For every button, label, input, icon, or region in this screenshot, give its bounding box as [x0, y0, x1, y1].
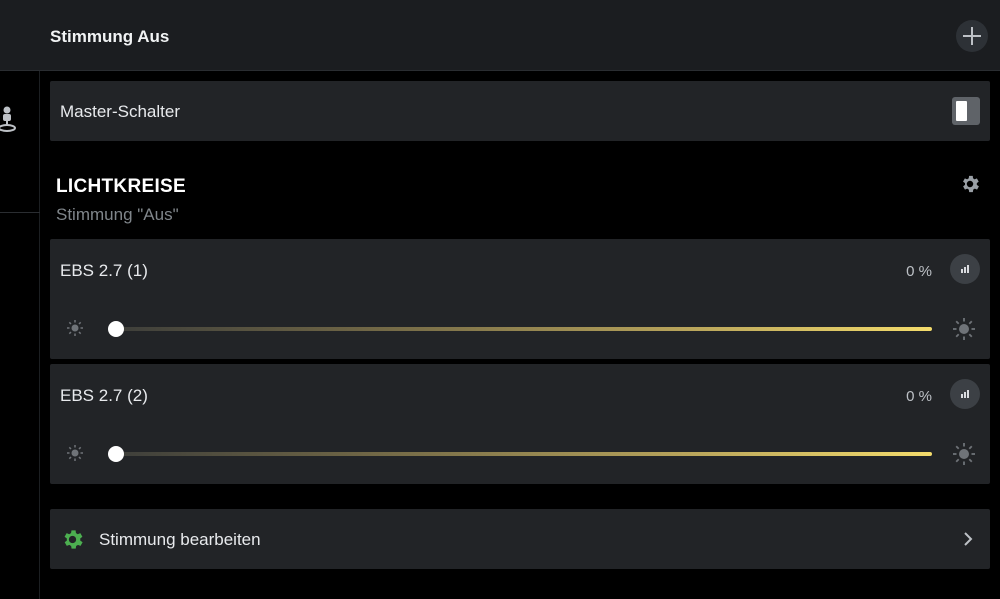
- gear-icon[interactable]: [959, 173, 981, 195]
- signal-button[interactable]: [950, 254, 980, 284]
- brightness-high-icon: [953, 443, 975, 465]
- brightness-slider-track[interactable]: [108, 452, 932, 456]
- master-switch-label: Master-Schalter: [60, 102, 180, 121]
- circuit-card: EBS 2.7 (1) 0 %: [50, 239, 990, 359]
- person-location-icon[interactable]: [0, 104, 20, 134]
- master-switch-row: Master-Schalter: [50, 81, 990, 141]
- chevron-right-icon: [964, 532, 973, 546]
- brightness-low-icon: [67, 445, 83, 461]
- signal-button[interactable]: [950, 379, 980, 409]
- circuit-card: EBS 2.7 (2) 0 %: [50, 364, 990, 484]
- brightness-high-icon: [953, 318, 975, 340]
- brightness-slider-thumb[interactable]: [108, 446, 124, 462]
- brightness-low-icon: [67, 320, 83, 336]
- circuit-percent: 0 %: [906, 388, 932, 405]
- add-button[interactable]: [956, 20, 988, 52]
- master-switch-toggle[interactable]: [952, 97, 980, 125]
- signal-bars-icon: [961, 390, 969, 398]
- plus-icon: [963, 27, 981, 45]
- circuit-name: EBS 2.7 (1): [60, 261, 148, 280]
- signal-bars-icon: [961, 265, 969, 273]
- section-title: LICHTKREISE: [56, 176, 186, 197]
- edit-scene-label: Stimmung bearbeiten: [99, 530, 261, 549]
- gear-icon: [64, 530, 83, 549]
- header-bar: Stimmung Aus: [40, 0, 1000, 71]
- page-title: Stimmung Aus: [50, 27, 170, 46]
- edit-scene-row[interactable]: Stimmung bearbeiten: [50, 509, 990, 569]
- toggle-knob: [956, 101, 967, 121]
- section-subtitle: Stimmung "Aus": [56, 205, 179, 224]
- circuit-name: EBS 2.7 (2): [60, 386, 148, 405]
- brightness-slider-track[interactable]: [108, 327, 932, 331]
- circuit-percent: 0 %: [906, 263, 932, 280]
- left-rail-header: [0, 0, 40, 71]
- left-rail: [0, 0, 40, 599]
- left-rail-divider: [0, 212, 40, 213]
- brightness-slider-thumb[interactable]: [108, 321, 124, 337]
